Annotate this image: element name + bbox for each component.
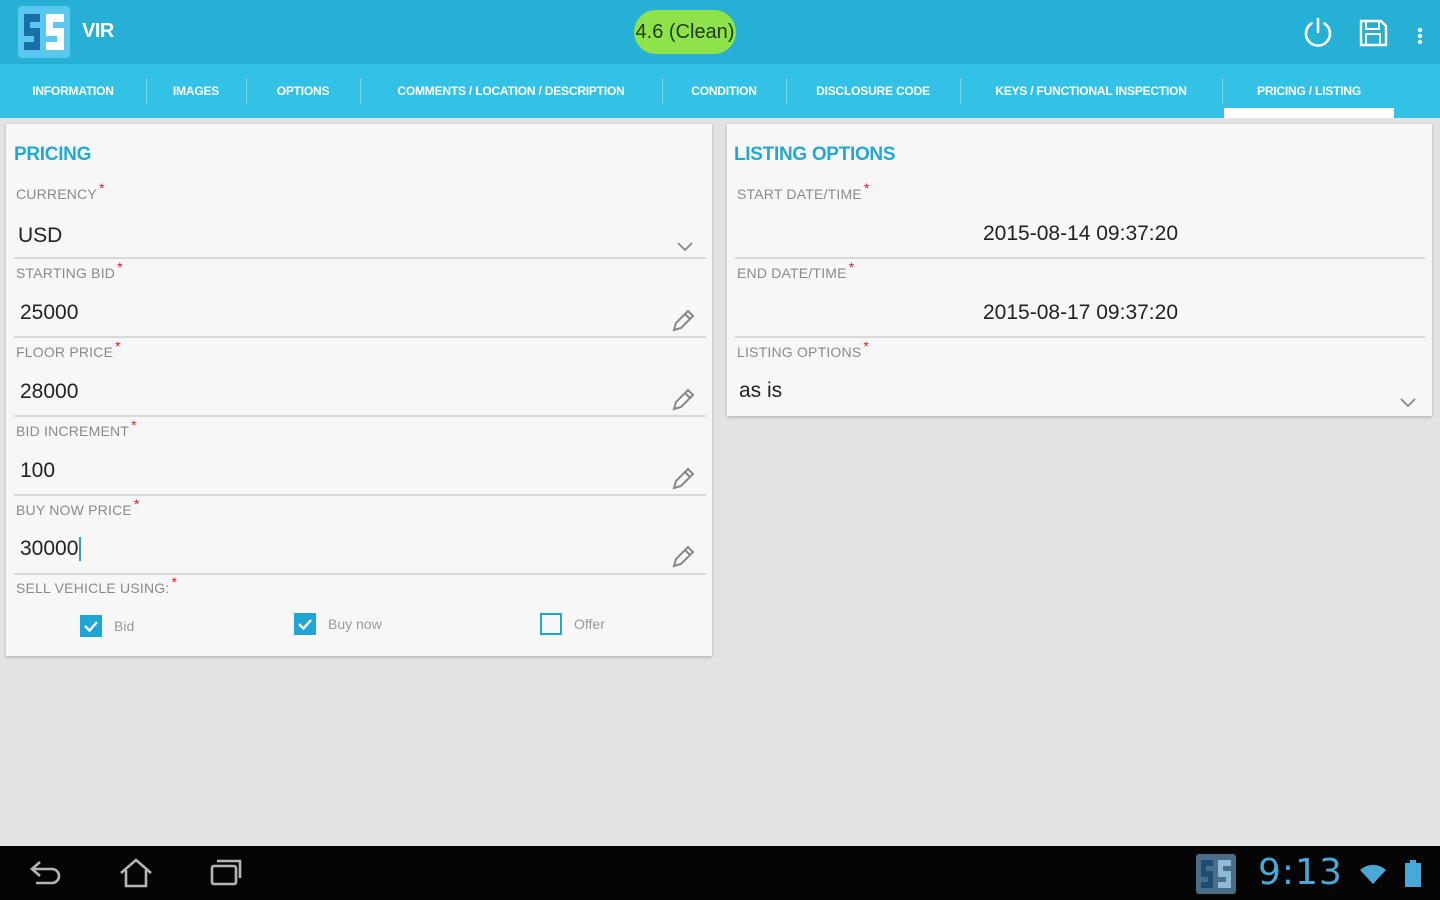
required-mark: * bbox=[98, 180, 105, 196]
tab-condition[interactable]: CONDITION bbox=[662, 64, 786, 118]
floor-price-label: FLOOR PRICE * bbox=[16, 338, 121, 360]
required-mark: * bbox=[863, 180, 870, 196]
app-title: VIR bbox=[82, 20, 114, 42]
app-notification-icon[interactable] bbox=[1196, 854, 1236, 894]
buy-now-checkbox[interactable] bbox=[294, 613, 316, 635]
pricing-title: PRICING bbox=[14, 144, 92, 165]
listing-options-card: LISTING OPTIONS START DATE/TIME * 2015-08… bbox=[727, 124, 1432, 416]
save-icon[interactable] bbox=[1356, 16, 1390, 50]
listing-options-title: LISTING OPTIONS bbox=[734, 144, 896, 165]
starting-bid-input[interactable]: 25000 bbox=[20, 301, 78, 325]
back-icon[interactable] bbox=[28, 856, 64, 890]
tab-keys-functional-inspection[interactable]: KEYS / FUNCTIONAL INSPECTION bbox=[960, 64, 1222, 118]
listing-options-select[interactable]: as is bbox=[739, 379, 782, 403]
required-mark: * bbox=[848, 259, 855, 275]
sell-vehicle-using-label: SELL VEHICLE USING: * bbox=[16, 574, 178, 596]
floor-price-input[interactable]: 28000 bbox=[20, 380, 78, 404]
required-mark: * bbox=[115, 338, 121, 354]
end-datetime-value[interactable]: 2015-08-17 09:37:20 bbox=[727, 301, 1432, 325]
tab-images[interactable]: IMAGES bbox=[146, 64, 246, 118]
action-bar: VIR 4.6 (Clean) bbox=[0, 0, 1440, 64]
required-mark: * bbox=[133, 496, 140, 512]
chevron-down-icon[interactable] bbox=[676, 240, 694, 252]
pencil-edit-icon[interactable] bbox=[670, 308, 696, 334]
battery-icon bbox=[1405, 860, 1421, 887]
chevron-down-icon[interactable] bbox=[1399, 396, 1417, 408]
text-cursor bbox=[79, 537, 82, 562]
field-underline bbox=[735, 336, 1425, 338]
pencil-edit-icon[interactable] bbox=[670, 387, 696, 413]
recent-apps-icon[interactable] bbox=[208, 856, 244, 890]
buy-now-price-input[interactable]: 30000 bbox=[20, 537, 82, 562]
pricing-card: PRICING CURRENCY * USD STARTING BID * 2500… bbox=[6, 124, 712, 656]
required-mark: * bbox=[863, 338, 870, 354]
status-clock: 9:13 bbox=[1258, 852, 1343, 893]
pencil-edit-icon[interactable] bbox=[670, 466, 696, 492]
overflow-menu-icon[interactable] bbox=[1408, 16, 1432, 50]
start-datetime-value[interactable]: 2015-08-14 09:37:20 bbox=[727, 222, 1432, 246]
bid-increment-input[interactable]: 100 bbox=[20, 459, 55, 483]
system-nav-bar bbox=[0, 846, 1440, 900]
bid-increment-label: BID INCREMENT * bbox=[16, 417, 137, 439]
required-mark: * bbox=[131, 417, 137, 433]
tab-information[interactable]: INFORMATION bbox=[0, 64, 146, 118]
currency-label: CURRENCY * bbox=[16, 180, 105, 202]
grade-badge: 4.6 (Clean) bbox=[634, 10, 736, 54]
app-logo-icon bbox=[18, 6, 70, 58]
bid-checkbox-label: Bid bbox=[114, 618, 135, 634]
power-icon[interactable] bbox=[1301, 16, 1335, 50]
starting-bid-label: STARTING BID * bbox=[16, 259, 123, 281]
pencil-edit-icon[interactable] bbox=[670, 544, 696, 570]
tab-disclosure-code[interactable]: DISCLOSURE CODE bbox=[786, 64, 960, 118]
selected-tab-indicator bbox=[1224, 108, 1394, 118]
offer-checkbox[interactable] bbox=[540, 613, 562, 635]
listing-options-label: LISTING OPTIONS * bbox=[737, 338, 870, 360]
buy-now-checkbox-label: Buy now bbox=[328, 616, 382, 632]
buy-now-price-label: BUY NOW PRICE * bbox=[16, 496, 140, 518]
field-underline bbox=[735, 257, 1425, 259]
currency-select[interactable]: USD bbox=[18, 224, 62, 248]
end-datetime-label: END DATE/TIME * bbox=[737, 259, 855, 281]
field-underline bbox=[14, 573, 706, 575]
home-icon[interactable] bbox=[118, 856, 154, 890]
field-underline bbox=[14, 494, 706, 496]
tab-comments-location-description[interactable]: COMMENTS / LOCATION / DESCRIPTION bbox=[360, 64, 662, 118]
field-underline bbox=[14, 415, 706, 417]
required-mark: * bbox=[171, 574, 178, 590]
offer-checkbox-label: Offer bbox=[574, 616, 605, 632]
required-mark: * bbox=[117, 259, 123, 275]
wifi-icon bbox=[1360, 864, 1386, 884]
tab-options[interactable]: OPTIONS bbox=[246, 64, 360, 118]
bid-checkbox[interactable] bbox=[80, 615, 102, 637]
start-datetime-label: START DATE/TIME * bbox=[737, 180, 870, 202]
